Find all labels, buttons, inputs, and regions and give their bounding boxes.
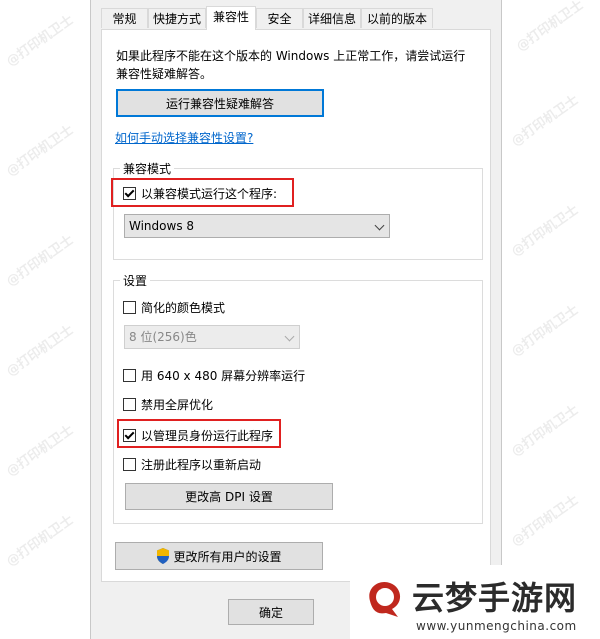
uac-shield-icon (157, 548, 170, 564)
res-640-label: 用 640 x 480 屏幕分辨率运行 (141, 369, 306, 383)
compatibility-panel: 如果此程序不能在这个版本的 Windows 上正常工作，请尝试运行兼容性疑难解答… (101, 29, 491, 582)
watermark: @打印机卫士 (508, 92, 582, 150)
run-troubleshooter-button[interactable]: 运行兼容性疑难解答 (116, 89, 324, 117)
watermark: @打印机卫士 (3, 322, 77, 380)
run-as-admin-checkbox[interactable] (123, 429, 136, 442)
compat-mode-label: 以兼容模式运行这个程序: (141, 187, 278, 201)
watermark: @打印机卫士 (513, 0, 587, 55)
register-restart-checkbox[interactable] (123, 458, 136, 471)
logo-title: 云梦手游网 (412, 579, 578, 617)
chevron-down-icon (374, 220, 385, 231)
disable-fullscreen-label: 禁用全屏优化 (141, 398, 214, 412)
watermark: @打印机卫士 (508, 302, 582, 360)
reduced-color-checkbox[interactable] (123, 301, 136, 314)
tab-compatibility[interactable]: 兼容性 (206, 6, 256, 30)
ok-button[interactable]: 确定 (228, 599, 314, 625)
all-users-label: 更改所有用户的设置 (173, 549, 282, 564)
chevron-down-icon (284, 331, 295, 342)
tab-general[interactable]: 常规 (101, 8, 148, 28)
watermark: @打印机卫士 (508, 492, 582, 550)
os-select[interactable]: Windows 8 (124, 214, 390, 238)
site-logo: 云梦手游网 www.yunmengchina.com (350, 565, 600, 639)
register-restart-label: 注册此程序以重新启动 (141, 458, 262, 472)
logo-url: www.yunmengchina.com (416, 619, 577, 633)
all-users-button[interactable]: 更改所有用户的设置 (115, 542, 323, 570)
tab-previous-versions[interactable]: 以前的版本 (361, 8, 433, 28)
compat-mode-checkbox-row[interactable]: 以兼容模式运行这个程序: (123, 185, 277, 202)
disable-fullscreen-checkbox[interactable] (123, 398, 136, 411)
properties-dialog: 常规 快捷方式 兼容性 安全 详细信息 以前的版本 如果此程序不能在这个版本的 … (90, 0, 502, 639)
watermark: @打印机卫士 (3, 232, 77, 290)
tab-shortcut[interactable]: 快捷方式 (148, 8, 206, 28)
watermark: @打印机卫士 (3, 122, 77, 180)
logo-icon (369, 581, 401, 617)
watermark: @打印机卫士 (508, 402, 582, 460)
res-640-checkbox[interactable] (123, 369, 136, 382)
manual-settings-link[interactable]: 如何手动选择兼容性设置? (115, 129, 253, 146)
disable-fullscreen-row[interactable]: 禁用全屏优化 (123, 396, 213, 413)
os-select-value: Windows 8 (129, 219, 195, 233)
run-as-admin-label: 以管理员身份运行此程序 (141, 429, 274, 443)
high-dpi-button[interactable]: 更改高 DPI 设置 (125, 483, 333, 510)
settings-title: 设置 (120, 272, 151, 289)
watermark: @打印机卫士 (3, 422, 77, 480)
register-restart-row[interactable]: 注册此程序以重新启动 (123, 456, 261, 473)
intro-text: 如果此程序不能在这个版本的 Windows 上正常工作，请尝试运行兼容性疑难解答… (116, 49, 466, 81)
watermark: @打印机卫士 (3, 12, 77, 70)
compat-mode-checkbox[interactable] (123, 187, 136, 200)
watermark: @打印机卫士 (508, 202, 582, 260)
res-640-row[interactable]: 用 640 x 480 屏幕分辨率运行 (123, 367, 305, 384)
reduced-color-label: 简化的颜色模式 (141, 301, 226, 315)
tab-details[interactable]: 详细信息 (303, 8, 361, 28)
tab-security[interactable]: 安全 (256, 8, 303, 28)
watermark: @打印机卫士 (3, 512, 77, 570)
compat-mode-title: 兼容模式 (120, 160, 175, 177)
color-mode-select[interactable]: 8 位(256)色 (124, 325, 300, 349)
reduced-color-row[interactable]: 简化的颜色模式 (123, 299, 225, 316)
run-as-admin-row[interactable]: 以管理员身份运行此程序 (123, 427, 273, 444)
color-mode-value: 8 位(256)色 (129, 330, 197, 344)
